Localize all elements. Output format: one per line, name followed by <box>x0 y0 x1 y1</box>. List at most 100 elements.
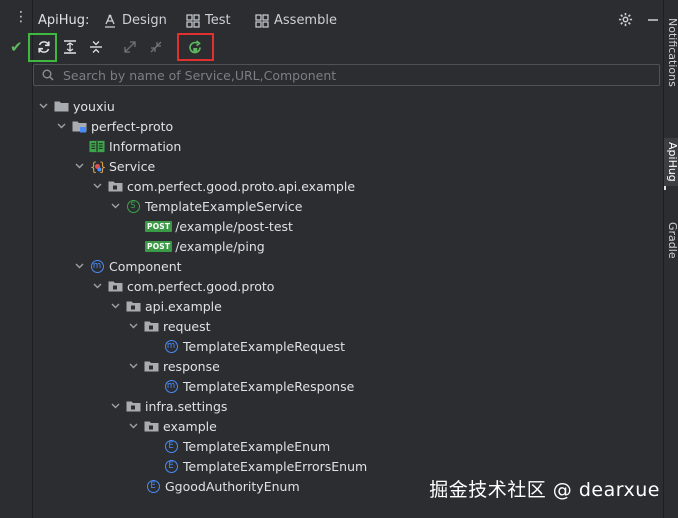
gear-icon[interactable] <box>618 12 633 27</box>
tree-row-component[interactable]: m Component <box>73 256 182 276</box>
left-gutter: ⋮ ✔ <box>0 0 33 518</box>
assemble-icon <box>255 13 269 28</box>
refresh-icon <box>38 41 50 53</box>
tab-test-label: Test <box>205 13 231 28</box>
brand-label: ApiHug: <box>38 13 90 28</box>
search-input[interactable] <box>61 66 625 84</box>
tree-label-information: Information <box>109 138 182 154</box>
chevron-down-icon[interactable] <box>127 320 139 332</box>
service-class-icon: S <box>125 198 141 214</box>
tab-assemble[interactable]: Assemble <box>255 13 337 28</box>
tab-design[interactable]: Design <box>103 13 167 28</box>
expand-all-button[interactable] <box>59 36 81 58</box>
gradle-tab[interactable]: Gradle <box>664 222 678 259</box>
chevron-down-icon[interactable] <box>73 260 85 272</box>
tree-label-infra-settings: infra.settings <box>145 398 228 414</box>
post-method-badge: POST <box>145 240 173 252</box>
post-method-badge: POST <box>145 220 173 232</box>
chevron-down-icon[interactable] <box>109 200 121 212</box>
tree-label-component-package: com.perfect.good.proto <box>127 278 275 294</box>
tree-row-root[interactable]: youxiu <box>37 96 115 116</box>
tree-label-request: request <box>163 318 211 334</box>
chevron-down-icon[interactable] <box>55 120 67 132</box>
package-icon <box>125 398 141 414</box>
check-icon[interactable]: ✔ <box>10 38 23 56</box>
tree-row-component-package[interactable]: com.perfect.good.proto <box>91 276 274 296</box>
tree-row-enum-2[interactable]: E TemplateExampleErrorsEnum <box>163 456 367 476</box>
search-box[interactable] <box>33 64 660 86</box>
tree-label-response-class: TemplateExampleResponse <box>183 378 355 394</box>
right-tool-strip: Notifications ApiHug Gradle <box>663 0 678 518</box>
collapse-all-icon <box>90 41 102 53</box>
enum-icon: E <box>145 478 161 494</box>
tree-row-service-package[interactable]: com.perfect.good.proto.api.example <box>91 176 355 196</box>
tree-row-request-class[interactable]: m TemplateExampleRequest <box>163 336 345 356</box>
kebab-menu-icon[interactable]: ⋮ <box>14 10 28 24</box>
search-icon <box>42 69 54 81</box>
chevron-down-icon[interactable] <box>37 100 49 112</box>
tree-row-enum-3[interactable]: E GgoodAuthorityEnum <box>145 476 300 496</box>
test-icon <box>186 13 200 28</box>
tree-row-request[interactable]: request <box>127 316 211 336</box>
minimize-icon[interactable] <box>647 14 659 26</box>
book-icon <box>89 138 105 154</box>
tree-row-example[interactable]: example <box>127 416 217 436</box>
collapse-button[interactable] <box>145 36 167 58</box>
chevron-down-icon[interactable] <box>127 420 139 432</box>
tree-label-endpoint-ping: /example/ping <box>175 238 265 254</box>
tree-label-enum-2: TemplateExampleErrorsEnum <box>183 458 368 474</box>
package-icon <box>107 178 123 194</box>
package-icon <box>143 418 159 434</box>
package-icon <box>143 318 159 334</box>
apihug-tab[interactable]: ApiHug <box>664 138 678 186</box>
tree-label-api-example: api.example <box>145 298 222 314</box>
chevron-down-icon[interactable] <box>91 180 103 192</box>
tab-assemble-label: Assemble <box>274 13 337 28</box>
tree-row-enum-1[interactable]: E TemplateExampleEnum <box>163 436 330 456</box>
tree-row-infra-settings[interactable]: infra.settings <box>109 396 227 416</box>
service-icon: {} <box>89 158 105 174</box>
tree-row-endpoint-post-test[interactable]: POST /example/post-test <box>145 216 293 236</box>
expand-icon <box>124 41 136 53</box>
enum-icon: E <box>163 438 179 454</box>
chevron-down-icon[interactable] <box>127 360 139 372</box>
collapse-all-button[interactable] <box>85 36 107 58</box>
tree-label-service: Service <box>109 158 156 174</box>
tree-label-response: response <box>163 358 220 374</box>
sync-icon <box>188 39 201 53</box>
tree-label-enum-3: GgoodAuthorityEnum <box>165 478 300 494</box>
tree-row-api-example[interactable]: api.example <box>109 296 222 316</box>
design-icon <box>105 14 115 28</box>
notifications-tab[interactable]: Notifications <box>664 18 678 87</box>
expand-button[interactable] <box>119 36 141 58</box>
expand-all-icon <box>64 40 76 54</box>
tree-label-example: example <box>163 418 217 434</box>
package-icon <box>107 278 123 294</box>
tree-row-response[interactable]: response <box>127 356 220 376</box>
chevron-down-icon[interactable] <box>91 280 103 292</box>
tree-label-component: Component <box>109 258 182 274</box>
message-class-icon: m <box>163 378 179 394</box>
tree-row-project[interactable]: perfect-proto <box>55 116 173 136</box>
tab-test[interactable]: Test <box>186 13 231 28</box>
sync-button[interactable] <box>184 36 206 58</box>
chevron-down-icon[interactable] <box>109 400 121 412</box>
tree-row-service-class[interactable]: S TemplateExampleService <box>109 196 302 216</box>
tree-label-endpoint-post-test: /example/post-test <box>175 218 293 234</box>
tree-label-project: perfect-proto <box>91 118 174 134</box>
package-icon <box>125 298 141 314</box>
tree-label-service-class: TemplateExampleService <box>145 198 303 214</box>
tree-label-root: youxiu <box>73 98 115 114</box>
tree-label-service-package: com.perfect.good.proto.api.example <box>127 178 356 194</box>
tree-label-request-class: TemplateExampleRequest <box>183 338 346 354</box>
tree-row-service[interactable]: {} Service <box>73 156 155 176</box>
chevron-down-icon[interactable] <box>109 300 121 312</box>
tree-row-information[interactable]: Information <box>89 136 181 156</box>
chevron-down-icon[interactable] <box>73 160 85 172</box>
tree-row-response-class[interactable]: m TemplateExampleResponse <box>163 376 354 396</box>
component-icon: m <box>89 258 105 274</box>
module-folder-icon <box>71 118 87 134</box>
tree-row-endpoint-ping[interactable]: POST /example/ping <box>145 236 265 256</box>
apihug-tool-window: ApiHug: Design Test Assemble Search by n… <box>28 0 663 518</box>
refresh-button[interactable] <box>33 36 55 58</box>
